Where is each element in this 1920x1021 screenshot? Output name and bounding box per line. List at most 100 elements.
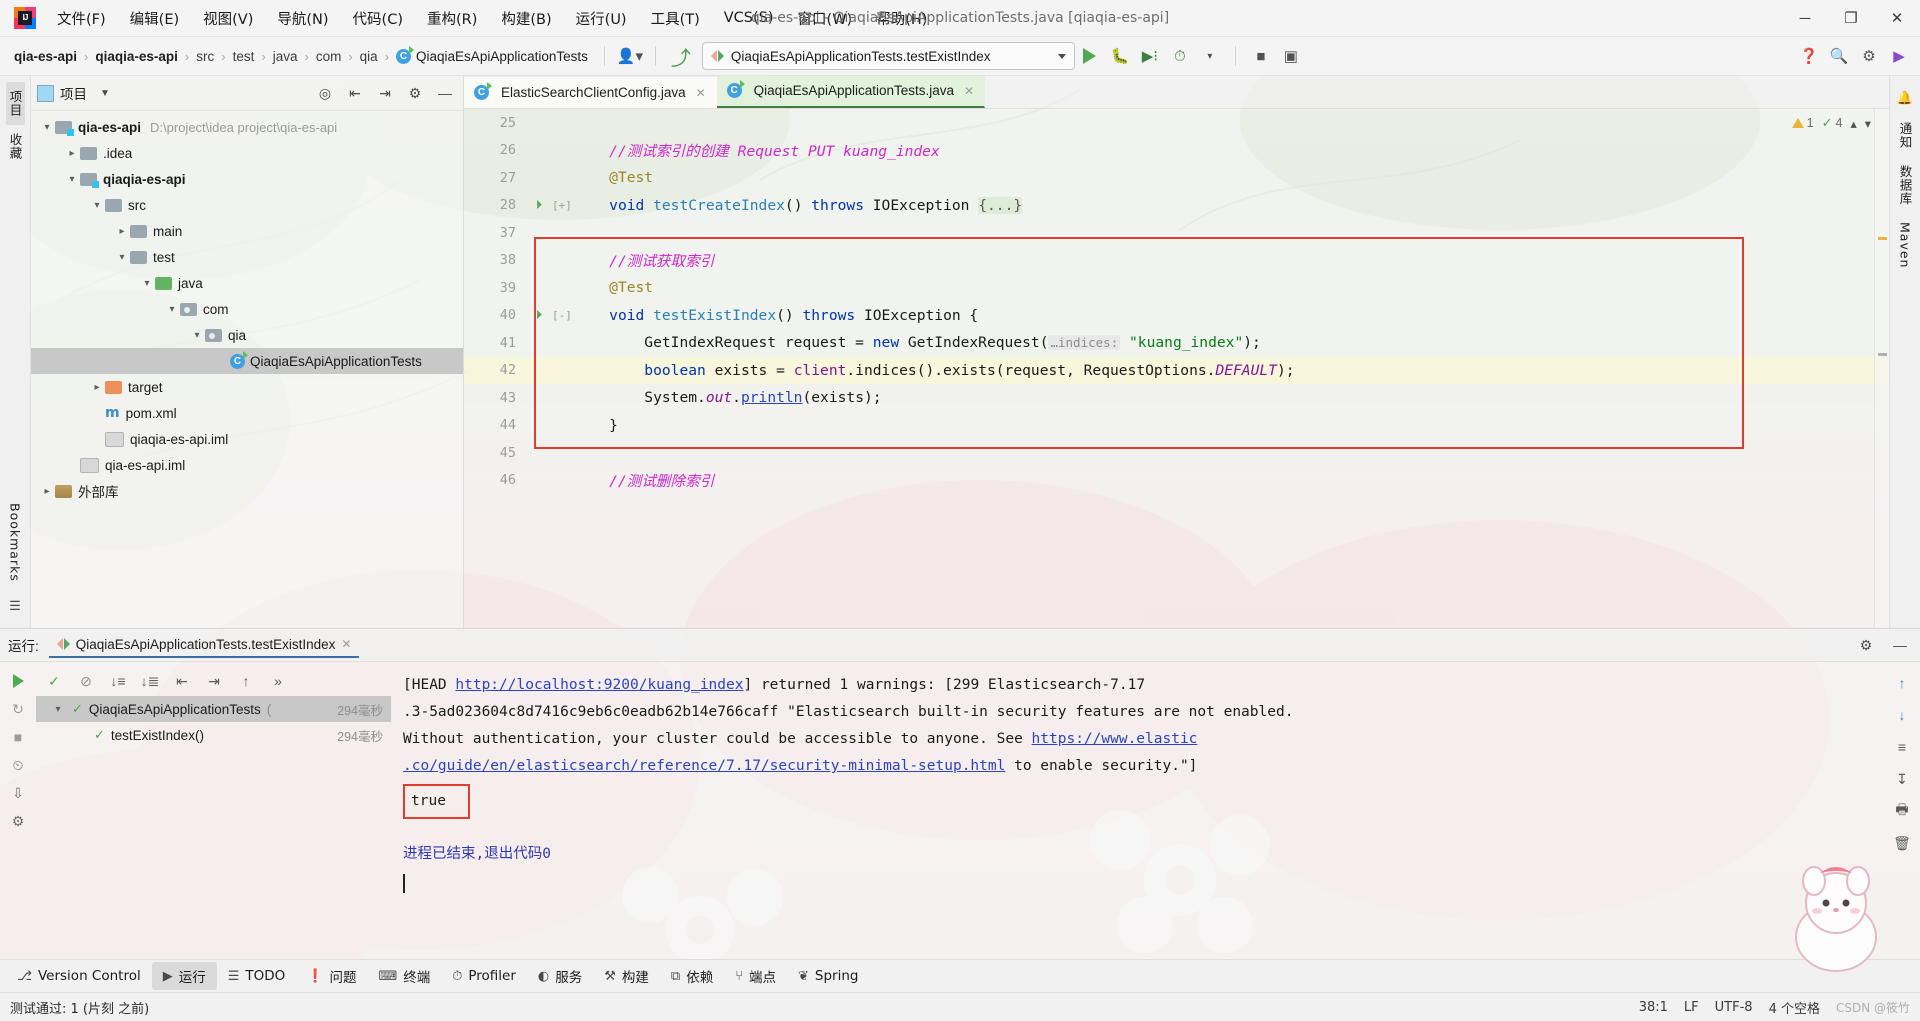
- toolwindow-button-todo[interactable]: ☰ TODO: [217, 964, 297, 988]
- sort-by-duration-icon[interactable]: ↓≡: [104, 668, 132, 694]
- stop-run-button[interactable]: ■: [4, 724, 32, 750]
- toolwindow-button-问题[interactable]: ❗ 问题: [296, 962, 367, 990]
- run-side-toolbar[interactable]: ↻ ■ ⏲ ⇩ ⚙: [0, 662, 36, 959]
- code-line[interactable]: 27 @Test: [464, 164, 1889, 192]
- breadcrumb-item-1[interactable]: qiaqia-es-api: [89, 46, 184, 67]
- console-head-url[interactable]: http://localhost:9200/kuang_index: [455, 677, 743, 693]
- toolwindow-button-构建[interactable]: ⚒ 构建: [593, 962, 660, 990]
- code-editor[interactable]: 25 26 //测试索引的创建 Request PUT kuang_index 27…: [464, 109, 1889, 628]
- more-run-chevron-icon[interactable]: ▾: [1195, 42, 1225, 70]
- rerun-button[interactable]: [4, 668, 32, 694]
- console-side-actions[interactable]: ↑ ↓ ≡ ↧ 🖶 🗑: [1884, 662, 1920, 959]
- warning-count[interactable]: 1: [1791, 116, 1814, 130]
- breadcrumb-item-0[interactable]: qia-es-api: [8, 46, 83, 67]
- tree-toggle-arrow-icon[interactable]: [139, 278, 155, 289]
- project-tree-row[interactable]: 外部库: [31, 478, 463, 504]
- sort-alphabetically-icon[interactable]: ↓≣: [136, 668, 164, 694]
- toolwindow-button-服务[interactable]: ◐ 服务: [527, 962, 593, 990]
- code-line[interactable]: 46 //测试删除索引: [464, 467, 1889, 495]
- project-tree-row[interactable]: C QiaqiaEsApiApplicationTests: [31, 348, 463, 374]
- prev-test-icon[interactable]: ↑: [232, 668, 260, 694]
- panel-settings-gear-icon[interactable]: ⚙: [403, 81, 427, 105]
- menu-edit[interactable]: 编辑(E): [119, 4, 190, 33]
- profile-button[interactable]: ⏱: [1165, 42, 1195, 70]
- menu-bar[interactable]: 文件(F) 编辑(E) 视图(V) 导航(N) 代码(C) 重构(R) 构建(B…: [46, 4, 938, 33]
- project-tree-row[interactable]: test: [31, 244, 463, 270]
- editor-inspection-status[interactable]: 1 ✓ 4 ▴ ▾: [1791, 115, 1871, 131]
- debug-button[interactable]: 🐛: [1105, 42, 1135, 70]
- menu-refactor[interactable]: 重构(R): [416, 4, 488, 33]
- menu-window[interactable]: 窗口(W): [787, 4, 864, 33]
- tree-toggle-arrow-icon[interactable]: [114, 252, 130, 263]
- project-tree-row[interactable]: m pom.xml: [31, 400, 463, 426]
- next-test-icon[interactable]: »: [264, 668, 292, 694]
- toggle-auto-test-icon[interactable]: ⏲: [4, 752, 32, 778]
- tree-toggle-arrow-icon[interactable]: [89, 382, 105, 393]
- project-tree-row[interactable]: qiaqia-es-api.iml: [31, 426, 463, 452]
- breadcrumb-item-2[interactable]: src: [190, 46, 220, 67]
- code-line[interactable]: 38 //测试获取索引: [464, 247, 1889, 275]
- indent-setting[interactable]: 4 个空格: [1769, 998, 1820, 1017]
- code-line[interactable]: 45: [464, 439, 1889, 467]
- caret-position[interactable]: 38:1: [1639, 1000, 1668, 1015]
- breadcrumb[interactable]: qia-es-api › qiaqia-es-api › src › test …: [8, 45, 594, 67]
- toolwindow-button-依赖[interactable]: ⧉ 依赖: [660, 962, 724, 990]
- toolwindow-button-version-control[interactable]: ⎇ Version Control: [6, 964, 152, 988]
- rail-item-database[interactable]: 数据库: [1896, 157, 1915, 214]
- maximize-button[interactable]: ❐: [1828, 0, 1874, 36]
- soft-wrap-icon[interactable]: ≡: [1888, 734, 1916, 760]
- menu-navigate[interactable]: 导航(N): [266, 4, 339, 33]
- toolwindow-button-端点[interactable]: ⑂ 端点: [724, 962, 787, 990]
- console-output[interactable]: ✓ 测试 已通过: 1 共 1 个测试 – 294毫秒 [HEAD http:/…: [391, 662, 1884, 959]
- collapse-all-icon[interactable]: ⇥: [373, 81, 397, 105]
- file-encoding[interactable]: UTF-8: [1715, 1000, 1753, 1015]
- rail-item-project[interactable]: 项目: [5, 82, 25, 125]
- code-line[interactable]: 26 //测试索引的创建 Request PUT kuang_index: [464, 137, 1889, 165]
- project-tree-row[interactable]: src: [31, 192, 463, 218]
- code-line[interactable]: 41 GetIndexRequest request = new GetInde…: [464, 329, 1889, 357]
- ide-assistant-icon[interactable]: ▶: [1884, 42, 1914, 70]
- breadcrumb-item-6[interactable]: qia: [354, 46, 384, 67]
- scroll-down-icon[interactable]: ↓: [1888, 702, 1916, 728]
- breadcrumb-item-5[interactable]: com: [310, 46, 348, 67]
- project-tree-row[interactable]: .idea: [31, 140, 463, 166]
- run-button[interactable]: [1075, 42, 1105, 70]
- project-tree-row[interactable]: qia-es-api.iml: [31, 452, 463, 478]
- test-results-tree[interactable]: ✓ ⊘ ↓≡ ↓≣ ⇤ ⇥ ↑ » ✓ QiaqiaEsApiApplicatio…: [36, 662, 391, 959]
- line-separator[interactable]: LF: [1684, 1000, 1699, 1015]
- project-tree-row[interactable]: target: [31, 374, 463, 400]
- close-button[interactable]: ✕: [1874, 0, 1920, 36]
- menu-code[interactable]: 代码(C): [342, 4, 414, 33]
- rail-item-favorites[interactable]: 收藏: [6, 125, 25, 168]
- expand-all-icon[interactable]: ⇤: [343, 81, 367, 105]
- structure-icon[interactable]: ☰: [4, 595, 26, 617]
- help-icon[interactable]: ❓: [1794, 42, 1824, 70]
- tree-toggle-arrow-icon[interactable]: [64, 148, 80, 159]
- tree-toggle-arrow-icon[interactable]: [114, 226, 130, 237]
- tree-toggle-arrow-icon[interactable]: [50, 704, 66, 715]
- menu-help[interactable]: 帮助(H): [865, 4, 938, 33]
- clear-all-icon[interactable]: 🗑: [1888, 830, 1916, 856]
- code-fold-toggle[interactable]: [-]: [552, 309, 572, 322]
- toolwindow-button-终端[interactable]: ⌨ 终端: [367, 962, 441, 990]
- toolwindow-button-profiler[interactable]: ⏱ Profiler: [441, 964, 527, 988]
- console-line4-link[interactable]: .co/guide/en/elasticsearch/reference/7.1…: [403, 758, 1005, 774]
- chevron-down-icon[interactable]: ▼: [93, 81, 117, 105]
- tree-toggle-arrow-icon[interactable]: [39, 486, 55, 497]
- scroll-up-icon[interactable]: ↑: [1888, 670, 1916, 696]
- settings-gear-icon[interactable]: ⚙: [1854, 42, 1884, 70]
- run-with-coverage-button[interactable]: ▶⁝: [1135, 42, 1165, 70]
- test-tree-row[interactable]: ✓ testExistIndex() 294毫秒: [36, 722, 391, 748]
- notifications-bell-icon[interactable]: 🔔: [1894, 87, 1916, 109]
- show-passed-icon[interactable]: ✓: [40, 668, 68, 694]
- tool-window-bar[interactable]: ⎇ Version Control ▶ 运行 ☰ TODO ❗ 问题 ⌨ 终端 ⏱ Profiler ◐…: [0, 959, 1920, 992]
- test-tree-row[interactable]: ✓ QiaqiaEsApiApplicationTests (294毫秒: [36, 696, 391, 722]
- project-file-tree[interactable]: qia-es-api D:\project\idea project\qia-es…: [31, 111, 463, 628]
- project-tree-row[interactable]: java: [31, 270, 463, 296]
- menu-run[interactable]: 运行(U): [565, 4, 638, 33]
- project-tree-row[interactable]: com: [31, 296, 463, 322]
- inspection-scrollbar[interactable]: [1874, 109, 1889, 628]
- settings-icon[interactable]: ⚙: [4, 808, 32, 834]
- search-icon[interactable]: 🔍: [1824, 42, 1854, 70]
- scroll-to-end-icon[interactable]: ↧: [1888, 766, 1916, 792]
